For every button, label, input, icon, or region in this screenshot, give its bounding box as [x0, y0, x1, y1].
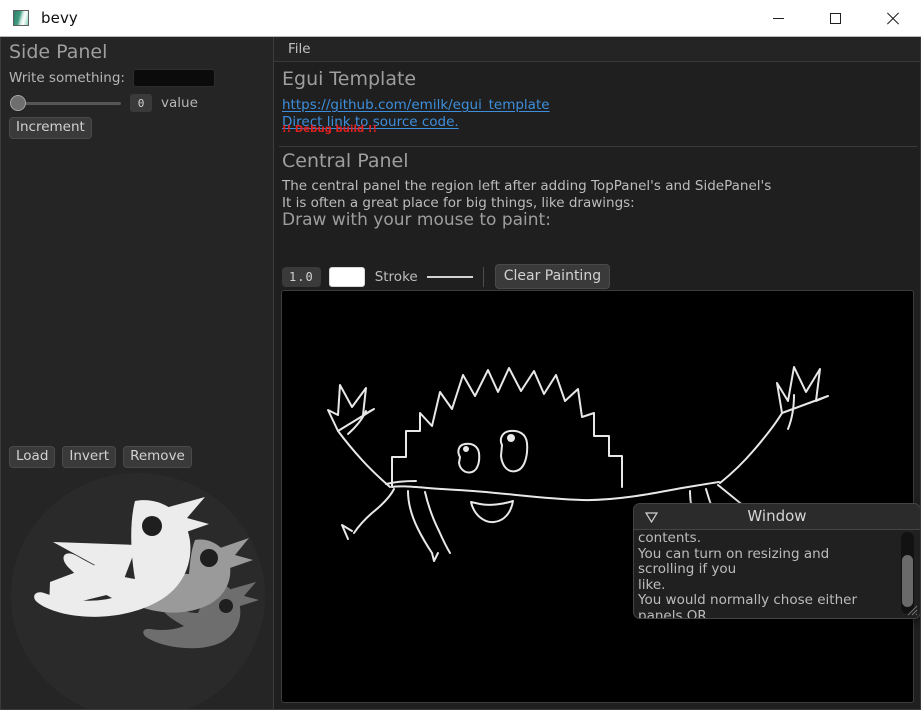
debug-build-badge: !! Debug build !! [282, 124, 378, 135]
application-window: bevy Side Panel Write something: 0 value… [0, 0, 921, 710]
clear-painting-button[interactable]: Clear Painting [494, 264, 611, 289]
maximize-icon [830, 12, 841, 24]
menu-file[interactable]: File [284, 40, 315, 58]
window-text-line: You would normally chose either panels O… [638, 592, 857, 618]
floating-window[interactable]: Window contents. You can turn on resizin… [633, 503, 920, 619]
top-menu-bar: File [274, 37, 920, 62]
write-something-row: Write something: [9, 69, 215, 87]
scrollbar-thumb[interactable] [902, 555, 913, 607]
maximize-button[interactable] [807, 0, 864, 36]
increment-button[interactable]: Increment [9, 117, 92, 139]
value-slider[interactable] [9, 93, 123, 113]
window-text-line: like. [638, 576, 666, 593]
os-titlebar[interactable]: bevy [0, 0, 921, 37]
close-button[interactable] [864, 0, 921, 36]
load-button[interactable]: Load [9, 446, 56, 468]
resize-grip-icon[interactable] [906, 604, 918, 616]
write-something-input[interactable] [132, 69, 215, 87]
stroke-controls-row: 1.0 Stroke Clear Painting [282, 264, 611, 289]
separator [279, 146, 917, 147]
write-something-label: Write something: [9, 70, 125, 86]
stroke-label: Stroke [374, 268, 418, 285]
floating-window-title: Window [747, 507, 807, 525]
floating-window-titlebar[interactable]: Window [634, 504, 920, 530]
floating-window-body: contents. You can turn on resizing and s… [634, 530, 920, 618]
stroke-color-swatch[interactable] [328, 266, 365, 287]
central-body-line-1: The central panel the region left after … [282, 178, 772, 194]
bevy-logo [9, 472, 267, 709]
close-icon [886, 12, 899, 25]
value-slider-row: 0 value [9, 93, 198, 113]
bevy-app-icon [13, 10, 29, 26]
paint-canvas[interactable] [281, 290, 914, 703]
minimize-icon [773, 17, 784, 19]
window-text-line: You can turn on resizing and scrolling i… [638, 545, 830, 577]
invert-button[interactable]: Invert [62, 446, 117, 468]
egui-root: Side Panel Write something: 0 value Incr… [0, 37, 921, 710]
slider-handle[interactable] [10, 95, 26, 111]
slider-rail [15, 102, 121, 105]
side-panel-heading: Side Panel [9, 41, 108, 63]
window-title: bevy [41, 9, 78, 27]
crab-drawing [327, 366, 829, 562]
central-panel: Egui Template https://github.com/emilk/e… [274, 62, 920, 709]
stroke-preview [426, 267, 473, 287]
side-panel-button-row: Load Invert Remove [9, 446, 192, 468]
central-body-line-2: It is often a great place for big things… [282, 195, 635, 211]
collapse-triangle-icon[interactable] [644, 511, 659, 524]
paint-heading: Draw with your mouse to paint: [282, 210, 551, 230]
central-panel-heading: Central Panel [282, 150, 409, 172]
toolbar-divider [482, 266, 484, 287]
stroke-width-drag-field[interactable]: 1.0 [282, 266, 321, 287]
minimize-button[interactable] [750, 0, 807, 36]
repo-link[interactable]: https://github.com/emilk/egui_template [282, 97, 550, 113]
window-text-line: contents. [638, 530, 702, 546]
value-drag-field[interactable]: 0 [130, 94, 152, 112]
page-title: Egui Template [282, 68, 417, 90]
remove-button[interactable]: Remove [123, 446, 192, 468]
value-label: value [161, 95, 198, 111]
window-controls [750, 0, 921, 36]
side-panel: Side Panel Write something: 0 value Incr… [1, 37, 273, 709]
